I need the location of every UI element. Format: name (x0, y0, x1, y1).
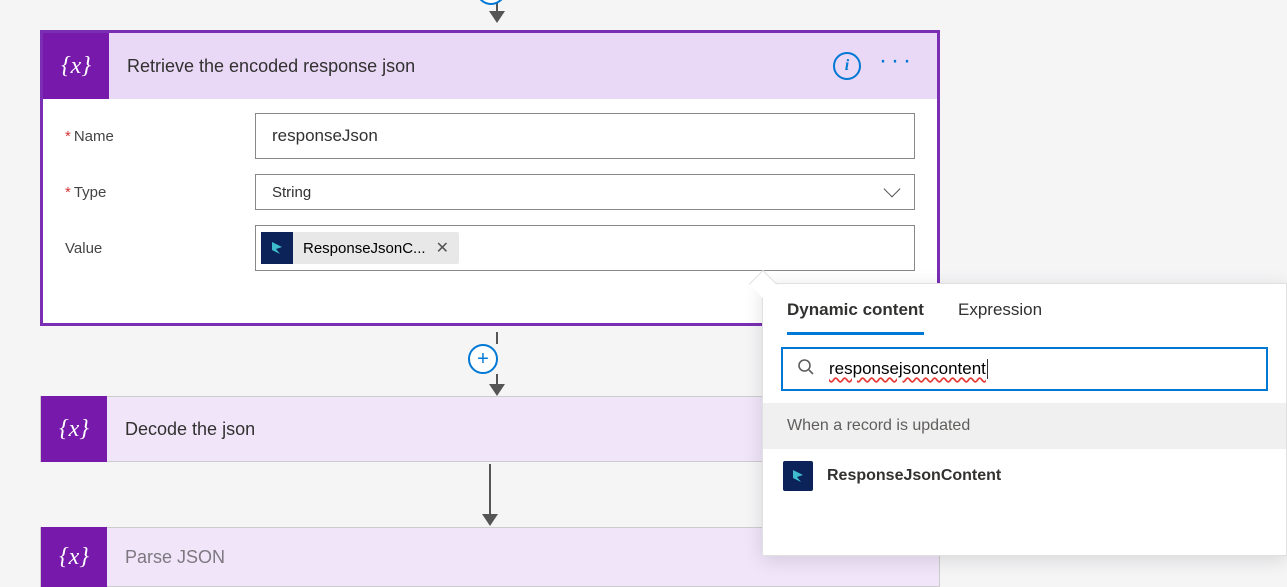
token-label: ResponseJsonC... (293, 240, 436, 257)
variable-action-card[interactable]: {x} Retrieve the encoded response json i… (40, 30, 940, 326)
item-label: ResponseJsonContent (827, 467, 1001, 485)
type-label: *Type (65, 184, 255, 201)
type-select[interactable]: String (255, 174, 915, 210)
search-icon (797, 358, 815, 381)
variable-icon: {x} (41, 527, 107, 587)
tab-dynamic-content[interactable]: Dynamic content (787, 300, 924, 335)
name-label: *Name (65, 128, 255, 145)
search-input-text: responsejsoncontent (829, 359, 986, 379)
dynamic-content-popup: Dynamic content Expression responsejsonc… (762, 283, 1287, 556)
value-label: Value (65, 240, 255, 257)
search-box[interactable]: responsejsoncontent (781, 347, 1268, 391)
variable-icon: {x} (41, 396, 107, 462)
result-section-header: When a record is updated (763, 403, 1286, 449)
name-input[interactable] (255, 113, 915, 159)
value-input[interactable]: ResponseJsonC... ✕ (255, 225, 915, 271)
card-title: Retrieve the encoded response json (109, 56, 833, 77)
type-value: String (272, 184, 311, 201)
flow-connector-bottom (482, 464, 498, 526)
flow-connector-middle: + (482, 332, 512, 396)
info-icon[interactable]: i (833, 52, 861, 80)
dynamic-content-token[interactable]: ResponseJsonC... ✕ (261, 232, 459, 264)
flow-connector-top (482, 0, 512, 23)
add-action-button[interactable]: + (468, 344, 498, 374)
dynamics-icon (783, 461, 813, 491)
card-header[interactable]: {x} Retrieve the encoded response json i… (43, 33, 937, 99)
popup-tabs: Dynamic content Expression (763, 284, 1286, 335)
tab-expression[interactable]: Expression (958, 300, 1042, 335)
dynamic-content-item[interactable]: ResponseJsonContent (763, 449, 1286, 503)
dynamics-icon (261, 232, 293, 264)
chevron-down-icon (884, 181, 901, 198)
variable-icon: {x} (43, 33, 109, 99)
more-menu-icon[interactable]: ··· (879, 57, 915, 74)
token-remove-icon[interactable]: ✕ (436, 238, 449, 258)
